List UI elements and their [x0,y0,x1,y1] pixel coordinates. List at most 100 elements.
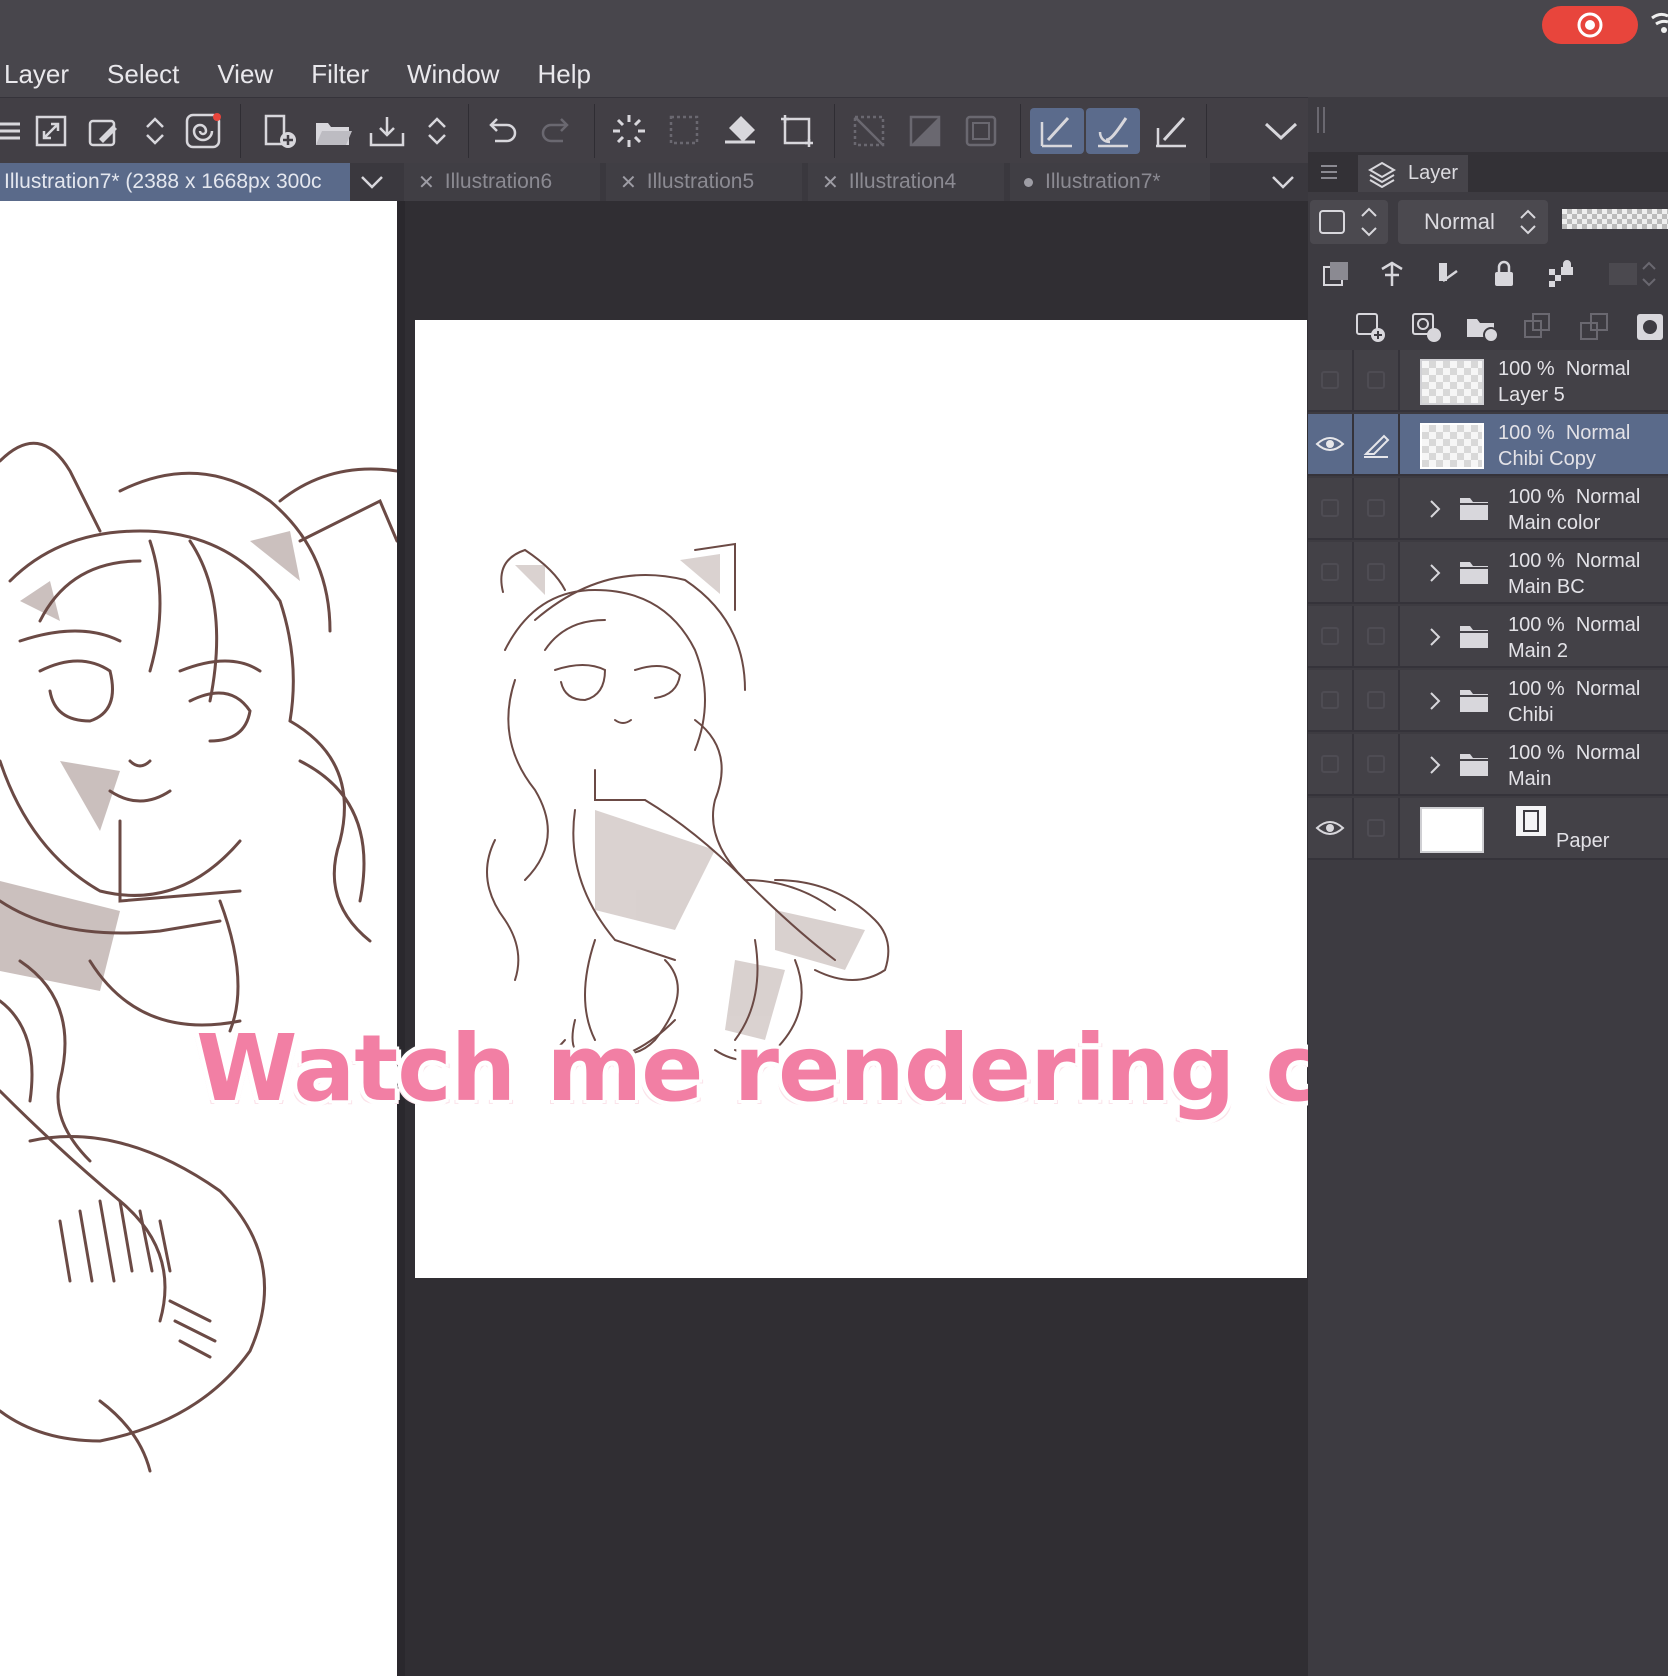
layer-mask-icon[interactable] [1630,307,1668,347]
collapse-chevron-icon[interactable] [1258,108,1304,154]
layer-name: Paper [1556,830,1610,852]
layer-row-paper[interactable]: Paper [1308,798,1668,860]
visibility-toggle[interactable] [1308,542,1354,602]
split-view-divider[interactable] [397,201,405,1676]
tab-illustration6[interactable]: ✕ Illustration6 [404,163,600,201]
visibility-toggle[interactable] [1308,478,1354,538]
layer-row-chibi[interactable]: 100 % Normal Chibi [1308,670,1668,732]
layer-property-row [1308,247,1668,301]
draft-layer-icon[interactable] [1428,254,1468,294]
tab-illustration4[interactable]: ✕ Illustration4 [808,163,1004,201]
visibility-toggle[interactable] [1308,734,1354,794]
stepper-icon[interactable] [414,108,460,154]
visibility-toggle[interactable] [1308,798,1354,858]
layer-row-chibi-copy[interactable]: 100 % Normal Chibi Copy [1308,414,1668,476]
command-bar [0,97,1308,163]
tab-illustration5[interactable]: ✕ Illustration5 [606,163,802,201]
visibility-toggle[interactable] [1308,670,1354,730]
mask-toggle-icon[interactable] [1604,254,1664,294]
copy-layer-icon[interactable] [1518,307,1558,347]
empty-checkbox-icon [1367,819,1385,837]
menu-filter[interactable]: Filter [311,55,369,94]
layer-row-main-bc[interactable]: 100 % Normal Main BC [1308,542,1668,604]
reference-layer-icon[interactable] [1372,254,1412,294]
pen-mode-icon[interactable] [1030,108,1084,154]
eyedropper-icon[interactable] [82,108,128,154]
layer-row-layer5[interactable]: 100 % Normal Layer 5 [1308,350,1668,412]
layer-color-stepper[interactable] [1310,200,1388,244]
redo-icon[interactable] [534,108,580,154]
empty-checkbox-icon [1367,755,1385,773]
expand-chevron-icon[interactable] [1428,754,1442,776]
edit-target-toggle[interactable] [1354,734,1400,794]
menu-select[interactable]: Select [107,55,179,94]
layer-row-main-2[interactable]: 100 % Normal Main 2 [1308,606,1668,668]
layer-info: 100 % Normal Layer 5 [1498,358,1631,406]
resize-canvas-icon[interactable] [28,108,74,154]
undo-icon[interactable] [478,108,524,154]
lock-transparency-icon[interactable] [1540,254,1580,294]
edit-target-toggle[interactable] [1354,798,1400,858]
edit-target-toggle[interactable] [1354,414,1400,474]
invert-selection-icon[interactable] [902,108,948,154]
select-dotted-icon[interactable] [662,108,708,154]
brush-mode-icon[interactable] [1086,108,1140,154]
layer-name: Main BC [1508,576,1585,598]
new-raster-layer-icon[interactable] [1350,307,1390,347]
menu-layer[interactable]: Layer [4,55,69,94]
opacity-slider[interactable] [1562,209,1668,229]
menu-help[interactable]: Help [537,55,590,94]
loading-spinner-icon[interactable] [606,108,652,154]
new-file-icon[interactable] [256,108,302,154]
spiral-icon[interactable] [180,108,226,154]
layer-row-main-color[interactable]: 100 % Normal Main color [1308,478,1668,540]
menu-window[interactable]: Window [407,55,499,94]
tab-illustration7-active[interactable]: Illustration7* (2388 x 1668px 300c [0,163,350,201]
tab-illustration7[interactable]: Illustration7* [1010,163,1210,201]
blend-mode-value: Normal [1424,209,1495,234]
folder-icon [1460,498,1488,520]
expand-chevron-icon[interactable] [1428,562,1442,584]
edit-target-toggle[interactable] [1354,606,1400,666]
frame-icon[interactable] [958,108,1004,154]
empty-checkbox-icon [1367,563,1385,581]
canvas-left-zoomed[interactable] [0,201,397,1676]
open-folder-icon[interactable] [310,108,356,154]
tabs-overflow-button[interactable] [1260,163,1306,201]
tab-dropdown-button[interactable] [350,163,394,201]
close-icon[interactable]: ✕ [620,170,637,195]
edit-target-toggle[interactable] [1354,542,1400,602]
clear-selection-icon[interactable] [846,108,892,154]
new-folder-icon[interactable] [1462,307,1502,347]
screen-record-indicator[interactable] [1542,6,1638,44]
edit-target-toggle[interactable] [1354,670,1400,730]
stepper-icon[interactable] [132,108,178,154]
merge-layer-icon[interactable] [1574,307,1614,347]
visibility-toggle[interactable] [1308,350,1354,410]
drag-handle-icon[interactable] [1314,105,1334,135]
expand-chevron-icon[interactable] [1428,626,1442,648]
close-icon[interactable]: ✕ [418,170,435,195]
save-icon[interactable] [364,108,410,154]
fill-bucket-icon[interactable] [718,108,764,154]
eraser-mode-icon[interactable] [1148,108,1194,154]
transform-icon[interactable] [774,108,820,154]
clipping-icon[interactable] [1316,254,1356,294]
edit-target-toggle[interactable] [1354,478,1400,538]
expand-chevron-icon[interactable] [1428,498,1442,520]
tab-layer[interactable]: Layer [1358,155,1468,192]
expand-chevron-icon[interactable] [1428,690,1442,712]
close-icon[interactable]: ✕ [822,170,839,195]
visibility-toggle[interactable] [1308,606,1354,666]
menu-view[interactable]: View [217,55,273,94]
blend-mode-select[interactable]: Normal [1398,200,1548,244]
visibility-toggle[interactable] [1308,414,1354,474]
panel-menu-icon[interactable] [1318,162,1340,182]
hidden-checkbox-icon [1321,627,1339,645]
layer-row-main[interactable]: 100 % Normal Main [1308,734,1668,796]
new-vector-layer-icon[interactable] [1406,307,1446,347]
lock-icon[interactable] [1484,254,1524,294]
tab-label: Illustration4 [848,170,957,193]
edit-target-toggle[interactable] [1354,350,1400,410]
eye-icon [1315,821,1345,835]
